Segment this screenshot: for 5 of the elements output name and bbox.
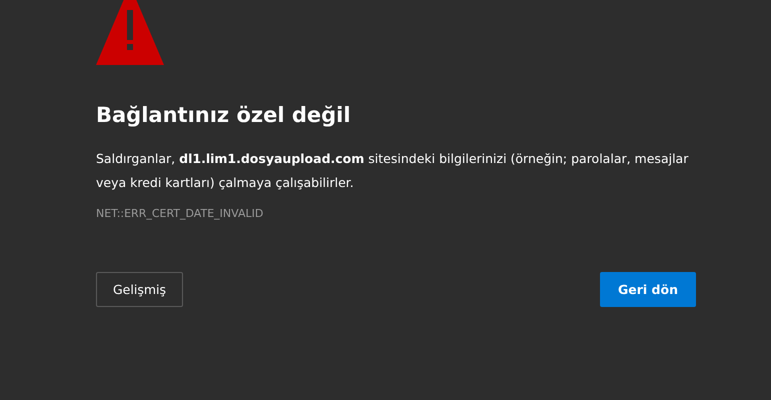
- page-heading: Bağlantınız özel değil: [96, 102, 352, 129]
- error-code: NET::ERR_CERT_DATE_INVALID: [96, 207, 264, 220]
- back-button[interactable]: Geri dön: [600, 272, 696, 307]
- advanced-button[interactable]: Gelişmiş: [96, 272, 183, 307]
- warning-message: Saldırganlar, dl1.lim1.dosyaupload.com sitesindeki bilgilerinizi (örneğin; parolalar, mesajlar veya kredi kartları) çalmaya çalışabilirler.: [96, 150, 690, 192]
